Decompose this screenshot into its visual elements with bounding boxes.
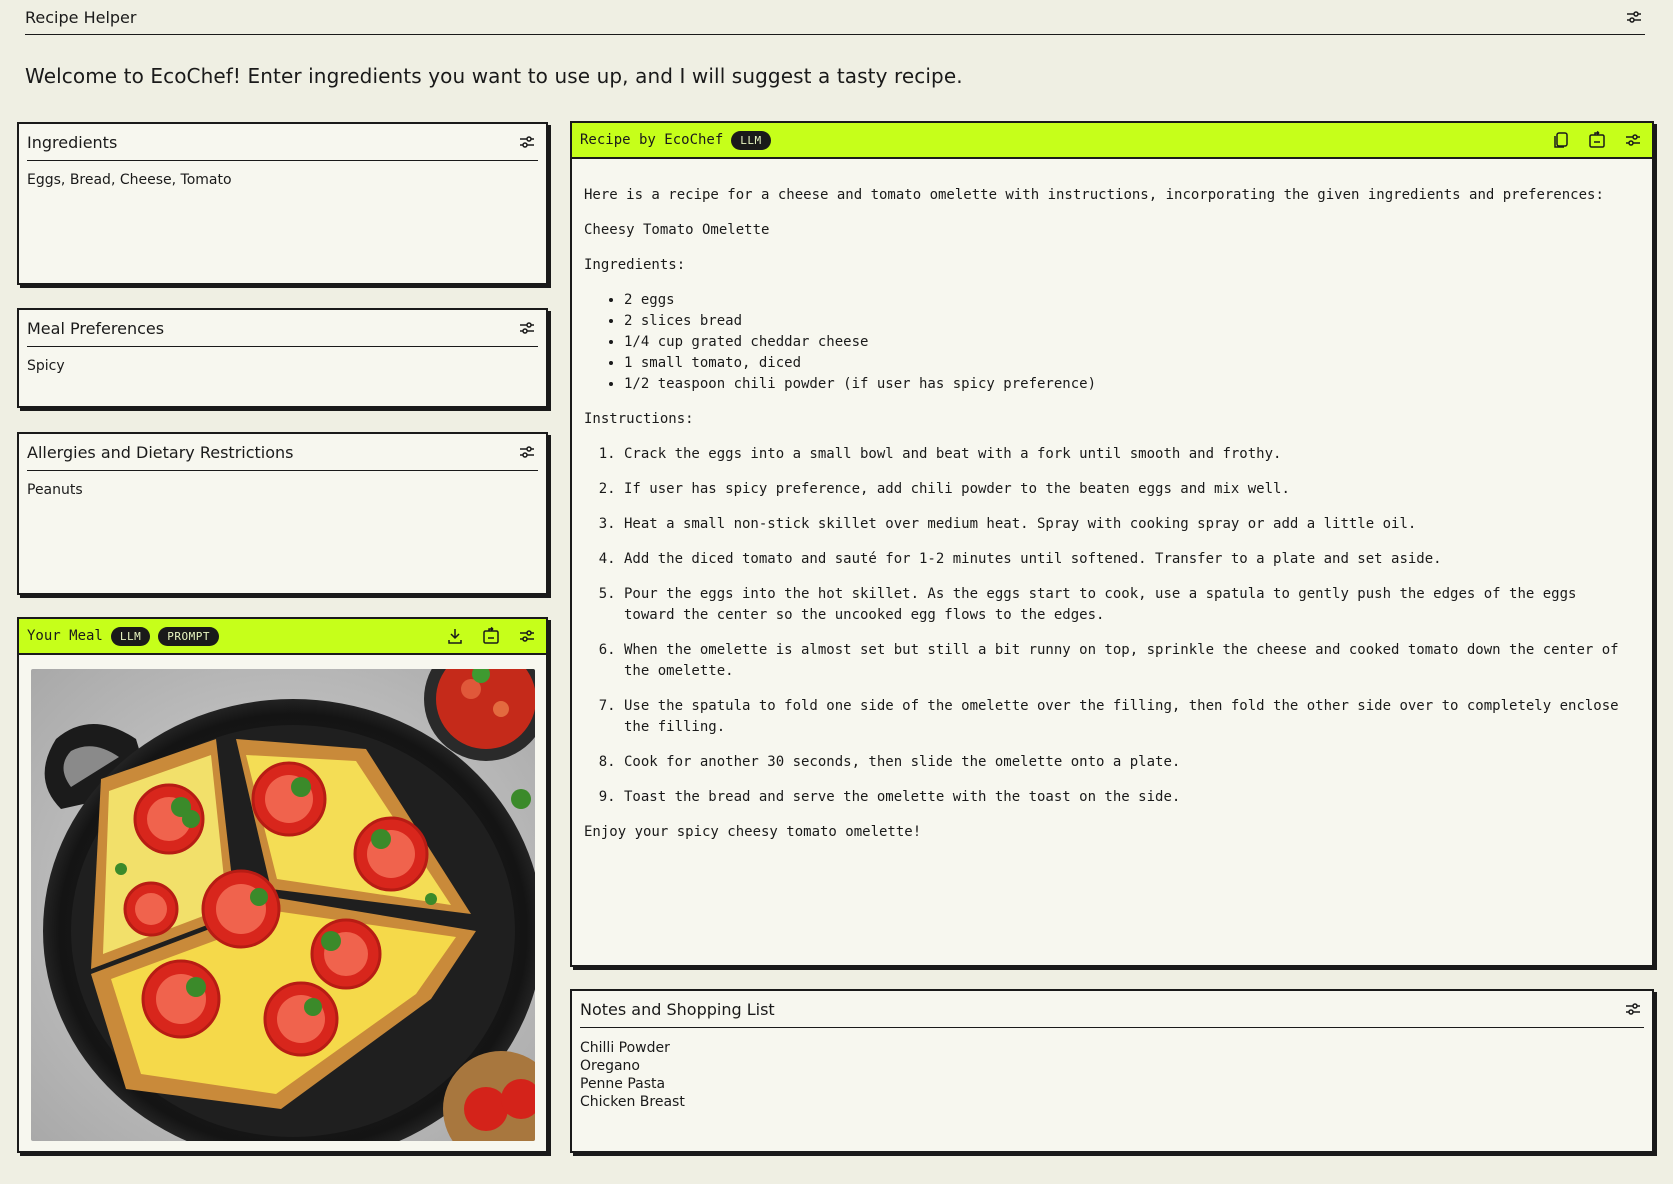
allergies-input[interactable]: Peanuts [27, 482, 538, 498]
recipe-intro: Here is a recipe for a cheese and tomato… [584, 187, 1604, 203]
ingredients-panel: Ingredients Eggs, Bread, Cheese, Tomato [17, 122, 548, 285]
list-item: Heat a small non-stick skillet over medi… [624, 514, 1640, 535]
list-item: If user has spicy preference, add chili … [624, 479, 1640, 500]
list-item: Crack the eggs into a small bowl and bea… [624, 444, 1640, 465]
settings-sliders-icon[interactable] [1622, 129, 1644, 151]
recipe-header: Recipe by EcoChef LLM [572, 123, 1652, 159]
settings-sliders-icon[interactable] [516, 317, 538, 339]
copy-icon[interactable] [1550, 129, 1572, 151]
app-title: Recipe Helper [25, 7, 137, 27]
recipe-instructions-list: Crack the eggs into a small bowl and bea… [584, 444, 1640, 808]
ingredients-input[interactable]: Eggs, Bread, Cheese, Tomato [27, 172, 538, 188]
prompt-badge: PROMPT [158, 626, 219, 646]
welcome-message: Welcome to EcoChef! Enter ingredients yo… [25, 64, 963, 88]
list-item: Chilli Powder [580, 1040, 670, 1056]
list-item: Toast the bread and serve the omelette w… [624, 787, 1640, 808]
list-item: 1/2 teaspoon chili powder (if user has s… [624, 374, 1640, 395]
list-item: Add the diced tomato and sauté for 1-2 m… [624, 549, 1640, 570]
list-item: Cook for another 30 seconds, then slide … [624, 752, 1640, 773]
your-meal-title-group: Your Meal LLM PROMPT [27, 626, 219, 646]
your-meal-actions [444, 625, 538, 647]
recipe-output: Here is a recipe for a cheese and tomato… [584, 185, 1640, 857]
meal-preferences-title: Meal Preferences [27, 318, 165, 338]
list-item: 2 eggs [624, 290, 1640, 311]
recipe-dish-name: Cheesy Tomato Omelette [584, 222, 770, 238]
recipe-panel: Recipe by EcoChef LLM Here is a recipe f… [570, 121, 1654, 967]
meal-image [31, 669, 535, 1141]
your-meal-title: Your Meal [27, 628, 103, 644]
settings-sliders-icon[interactable] [1623, 6, 1645, 28]
llm-badge: LLM [731, 130, 771, 150]
recipe-instructions-heading: Instructions: [584, 411, 694, 427]
notes-panel: Notes and Shopping List Chilli Powder Or… [570, 989, 1654, 1153]
download-icon[interactable] [444, 625, 466, 647]
notes-input[interactable]: Chilli Powder Oregano Penne Pasta Chicke… [580, 1039, 1644, 1111]
share-icon[interactable] [1586, 129, 1608, 151]
recipe-actions [1550, 129, 1644, 151]
ingredients-panel-title: Ingredients [27, 132, 118, 152]
list-item: Oregano [580, 1058, 640, 1074]
app-header: Recipe Helper [25, 0, 1645, 35]
meal-preferences-header: Meal Preferences [27, 310, 538, 347]
recipe-title-group: Recipe by EcoChef LLM [580, 130, 771, 150]
your-meal-header: Your Meal LLM PROMPT [19, 619, 546, 655]
notes-title: Notes and Shopping List [580, 999, 775, 1019]
allergies-panel: Allergies and Dietary Restrictions Peanu… [17, 432, 548, 595]
list-item: Pour the eggs into the hot skillet. As t… [624, 584, 1640, 626]
list-item: Use the spatula to fold one side of the … [624, 696, 1640, 738]
settings-sliders-icon[interactable] [516, 131, 538, 153]
list-item: Penne Pasta [580, 1076, 666, 1092]
recipe-ingredients-list: 2 eggs 2 slices bread 1/4 cup grated che… [584, 290, 1640, 395]
meal-preferences-input[interactable]: Spicy [27, 358, 538, 374]
meal-preferences-panel: Meal Preferences Spicy [17, 308, 548, 408]
settings-sliders-icon[interactable] [1622, 998, 1644, 1020]
allergies-title: Allergies and Dietary Restrictions [27, 442, 294, 462]
list-item: When the omelette is almost set but stil… [624, 640, 1640, 682]
ingredients-panel-header: Ingredients [27, 124, 538, 161]
notes-header: Notes and Shopping List [580, 991, 1644, 1028]
list-item: Chicken Breast [580, 1094, 685, 1110]
allergies-header: Allergies and Dietary Restrictions [27, 434, 538, 471]
list-item: 1 small tomato, diced [624, 353, 1640, 374]
recipe-outro: Enjoy your spicy cheesy tomato omelette! [584, 824, 922, 840]
list-item: 2 slices bread [624, 311, 1640, 332]
share-icon[interactable] [480, 625, 502, 647]
recipe-title: Recipe by EcoChef [580, 132, 724, 148]
list-item: 1/4 cup grated cheddar cheese [624, 332, 1640, 353]
your-meal-panel: Your Meal LLM PROMPT [17, 617, 548, 1153]
recipe-ingredients-heading: Ingredients: [584, 257, 686, 273]
settings-sliders-icon[interactable] [516, 441, 538, 463]
llm-badge: LLM [110, 626, 151, 646]
settings-sliders-icon[interactable] [516, 625, 538, 647]
